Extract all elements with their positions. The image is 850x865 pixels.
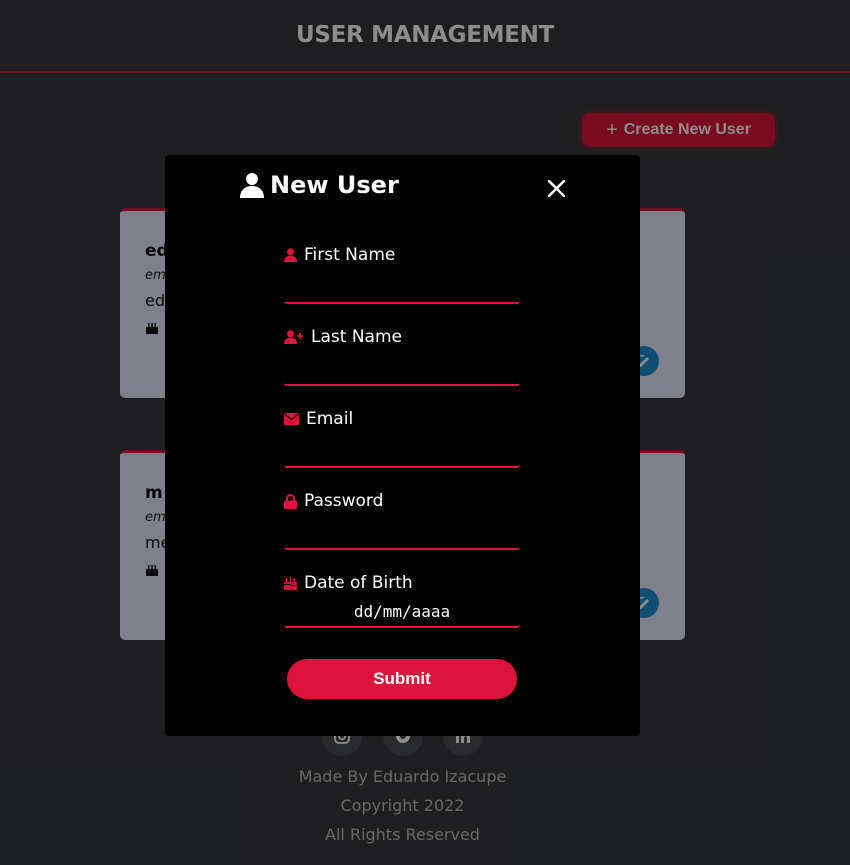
modal-title-text: New User bbox=[270, 171, 399, 199]
first-name-field: First Name bbox=[284, 244, 520, 304]
date-of-birth-field: Date of Birth dd/mm/aaaa bbox=[284, 572, 520, 628]
submit-button[interactable]: Submit bbox=[287, 659, 517, 699]
user-icon bbox=[284, 248, 297, 262]
close-button[interactable] bbox=[545, 177, 567, 199]
modal-title: New User bbox=[240, 171, 399, 199]
email-input[interactable] bbox=[284, 440, 520, 468]
cake-icon bbox=[284, 577, 297, 590]
email-label: Email bbox=[306, 409, 354, 429]
first-name-label: First Name bbox=[304, 245, 396, 265]
lock-icon bbox=[284, 493, 297, 509]
envelope-icon bbox=[284, 413, 299, 425]
date-of-birth-label: Date of Birth bbox=[304, 573, 413, 593]
email-field: Email bbox=[284, 408, 520, 468]
last-name-label: Last Name bbox=[311, 327, 402, 347]
user-plus-icon bbox=[284, 330, 303, 344]
new-user-modal: New User First Name Last Name Email Pass… bbox=[165, 155, 640, 736]
user-icon bbox=[240, 173, 264, 198]
first-name-input[interactable] bbox=[284, 276, 520, 304]
last-name-field: Last Name bbox=[284, 326, 520, 386]
date-of-birth-input[interactable]: dd/mm/aaaa bbox=[284, 600, 520, 628]
password-input[interactable] bbox=[284, 522, 520, 550]
password-field: Password bbox=[284, 490, 520, 550]
close-icon bbox=[547, 179, 565, 197]
password-label: Password bbox=[304, 491, 384, 511]
last-name-input[interactable] bbox=[284, 358, 520, 386]
